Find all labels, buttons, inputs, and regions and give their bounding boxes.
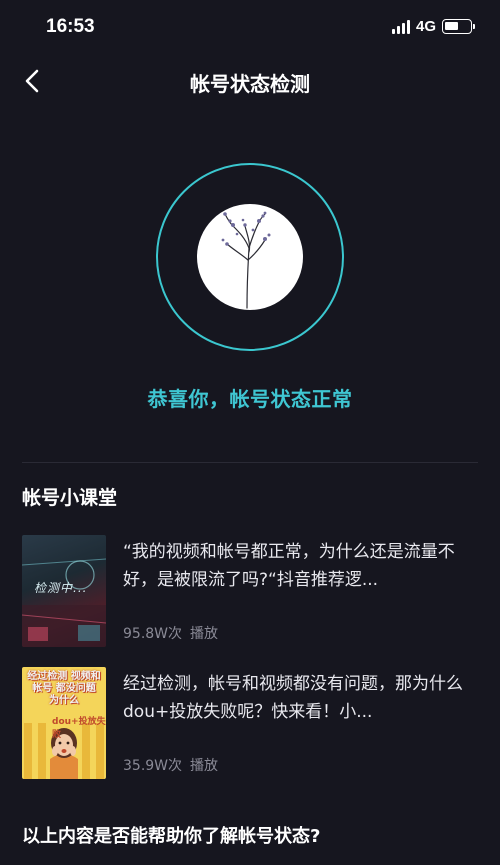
section-title: 帐号小课堂 xyxy=(22,487,118,509)
feedback-question: 以上内容是否能帮助你了解帐号状态? xyxy=(22,826,321,847)
video-item[interactable]: 检测中... “我的视频和帐号都正常，为什么还是流量不好，是被限流了吗?“抖音推… xyxy=(22,535,478,647)
status-indicators: 4G xyxy=(391,18,475,35)
battery-level xyxy=(445,22,458,30)
status-time: 16:53 xyxy=(46,16,95,37)
flower-illustration xyxy=(197,204,303,310)
video-title: 经过检测，帐号和视频都没有问题，那为什么dou+投放失败呢？快来看！小... xyxy=(123,674,463,722)
video-item[interactable]: 经过检测 视频和帐号 都没问题 为什么 dou+投放失败 经过检测，帐号和视频都… xyxy=(22,667,478,779)
status-message: 恭喜你，帐号状态正常 xyxy=(147,387,353,411)
play-label: 播放 xyxy=(190,626,219,642)
thumbnail-text: 检测中... xyxy=(34,581,88,595)
play-count: 35.9W次 xyxy=(123,758,183,774)
signal-icon xyxy=(391,19,410,34)
video-thumbnail: 检测中... xyxy=(22,535,106,647)
thumbnail-text: 经过检测 视频和帐号 都没问题 为什么 xyxy=(27,671,101,706)
flower-icon xyxy=(221,211,271,309)
nav-bar: 帐号状态检测 xyxy=(0,56,500,106)
thumbnail-tag: dou+投放失败 xyxy=(52,717,106,740)
battery-icon xyxy=(442,19,475,34)
video-thumbnail: 经过检测 视频和帐号 都没问题 为什么 dou+投放失败 xyxy=(22,667,106,779)
page-title: 帐号状态检测 xyxy=(190,72,310,96)
network-label: 4G xyxy=(415,18,436,35)
status-bar: 16:53 4G xyxy=(0,0,500,56)
play-label: 播放 xyxy=(190,758,219,774)
video-meta: 35.9W次 播放 xyxy=(123,755,218,775)
play-count: 95.8W次 xyxy=(123,626,183,642)
video-meta: 95.8W次 播放 xyxy=(123,623,218,643)
video-title: “我的视频和帐号都正常，为什么还是流量不好，是被限流了吗?“抖音推荐逻... xyxy=(123,542,455,590)
divider xyxy=(22,462,478,463)
